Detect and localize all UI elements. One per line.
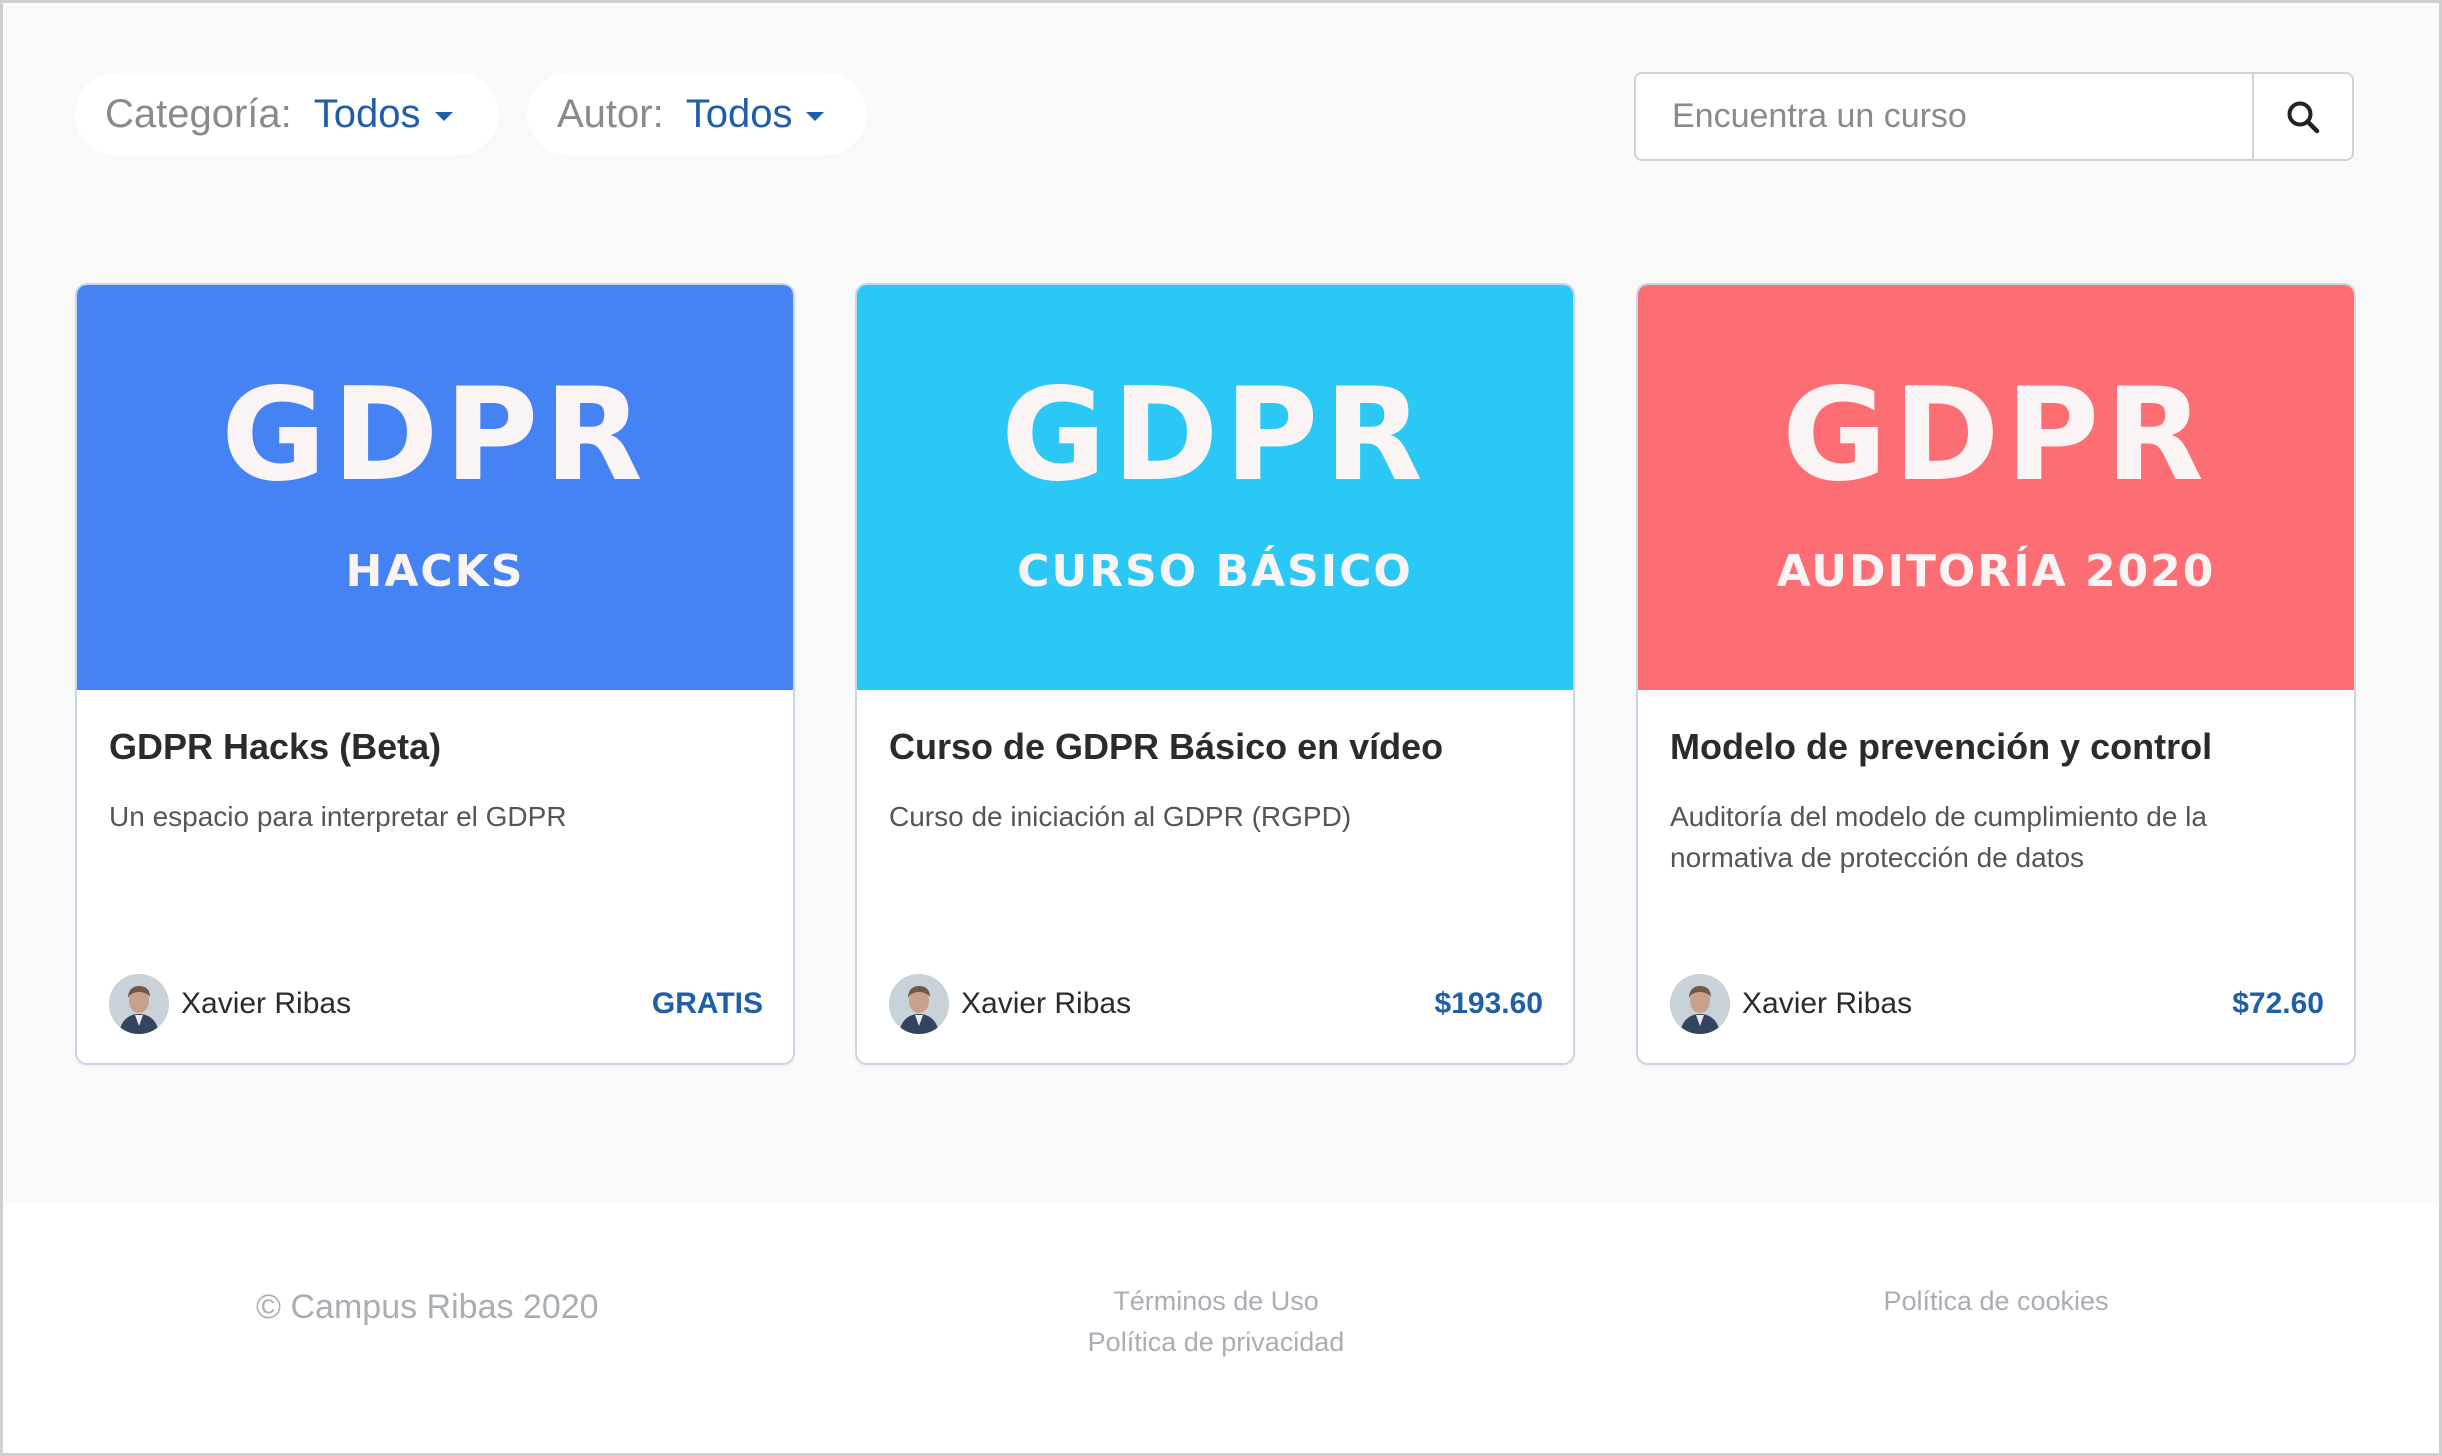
category-filter-label: Categoría: [105,91,292,136]
course-title[interactable]: Modelo de prevención y control [1670,726,2322,768]
course-banner-subtitle: AUDITORÍA 2020 [1776,546,2216,597]
course-price: $72.60 [2232,987,2324,1020]
search-icon[interactable] [2286,100,2320,134]
course-banner-subtitle: HACKS [345,546,525,597]
terms-link[interactable]: Términos de Uso [1006,1281,1426,1322]
course-banner-title: GDPR [221,361,649,510]
author-name: Xavier Ribas [1742,987,1913,1020]
privacy-link[interactable]: Política de privacidad [1006,1322,1426,1363]
chevron-down-icon[interactable] [806,111,825,121]
course-description: Auditoría del modelo de cumplimiento de … [1670,801,2207,873]
author-filter-value[interactable]: Todos [686,92,793,137]
avatar [889,974,949,1034]
author-name: Xavier Ribas [181,987,352,1020]
course-banner-subtitle: CURSO BÁSICO [1017,546,1413,597]
course-author: Xavier Ribas [889,974,1131,1034]
chevron-down-icon[interactable] [434,111,453,121]
course-card[interactable]: GDPR AUDITORÍA 2020 Modelo de prevención… [1636,283,2356,1065]
course-banner[interactable]: GDPR CURSO BÁSICO [857,285,1573,690]
course-title[interactable]: GDPR Hacks (Beta) [109,726,761,768]
course-card-body: GDPR Hacks (Beta) Un espacio para interp… [77,690,793,1063]
author-filter-label: Autor: [557,91,664,136]
author-name: Xavier Ribas [961,987,1132,1020]
course-card-body: Modelo de prevención y control Auditoría… [1638,690,2354,1063]
search-input[interactable] [1636,74,2252,159]
course-author: Xavier Ribas [1670,974,1912,1034]
avatar [1670,974,1730,1034]
footer-cookie-links: Política de cookies [1786,1281,2206,1322]
course-banner[interactable]: GDPR HACKS [77,285,793,690]
page-footer: © Campus Ribas 2020 Términos de Uso Polí… [6,1203,2439,1453]
copyright: © Campus Ribas 2020 [256,1288,599,1326]
course-banner-title: GDPR [1001,361,1429,510]
footer-legal-links: Términos de Uso Política de privacidad [1006,1281,1426,1363]
cookies-link[interactable]: Política de cookies [1786,1281,2206,1322]
course-price: GRATIS [651,987,763,1020]
avatar [109,974,169,1034]
course-price: $193.60 [1434,987,1543,1020]
search-button[interactable] [2252,74,2352,159]
category-filter-value[interactable]: Todos [314,92,421,137]
browser-frame: Categoría: Todos Autor: Todos GDPR HACKS [0,0,2442,1456]
course-description: Un espacio para interpretar el GDPR [109,801,567,832]
course-card-footer: Xavier Ribas $72.60 [1670,973,2324,1035]
course-card-body: Curso de GDPR Básico en vídeo Curso de i… [857,690,1573,1063]
course-search [1634,72,2354,161]
course-banner-title: GDPR [1782,361,2210,510]
course-description: Curso de iniciación al GDPR (RGPD) [889,801,1352,832]
author-filter[interactable]: Autor: Todos [527,73,867,155]
course-card[interactable]: GDPR HACKS GDPR Hacks (Beta) Un espacio … [75,283,795,1065]
course-catalog: Categoría: Todos Autor: Todos GDPR HACKS [6,6,2439,1203]
course-author: Xavier Ribas [109,974,351,1034]
course-card-footer: Xavier Ribas GRATIS [109,973,763,1035]
course-card[interactable]: GDPR CURSO BÁSICO Curso de GDPR Básico e… [855,283,1575,1065]
course-card-footer: Xavier Ribas $193.60 [889,973,1543,1035]
course-banner[interactable]: GDPR AUDITORÍA 2020 [1638,285,2354,690]
category-filter[interactable]: Categoría: Todos [75,73,499,155]
course-title[interactable]: Curso de GDPR Básico en vídeo [889,726,1541,768]
